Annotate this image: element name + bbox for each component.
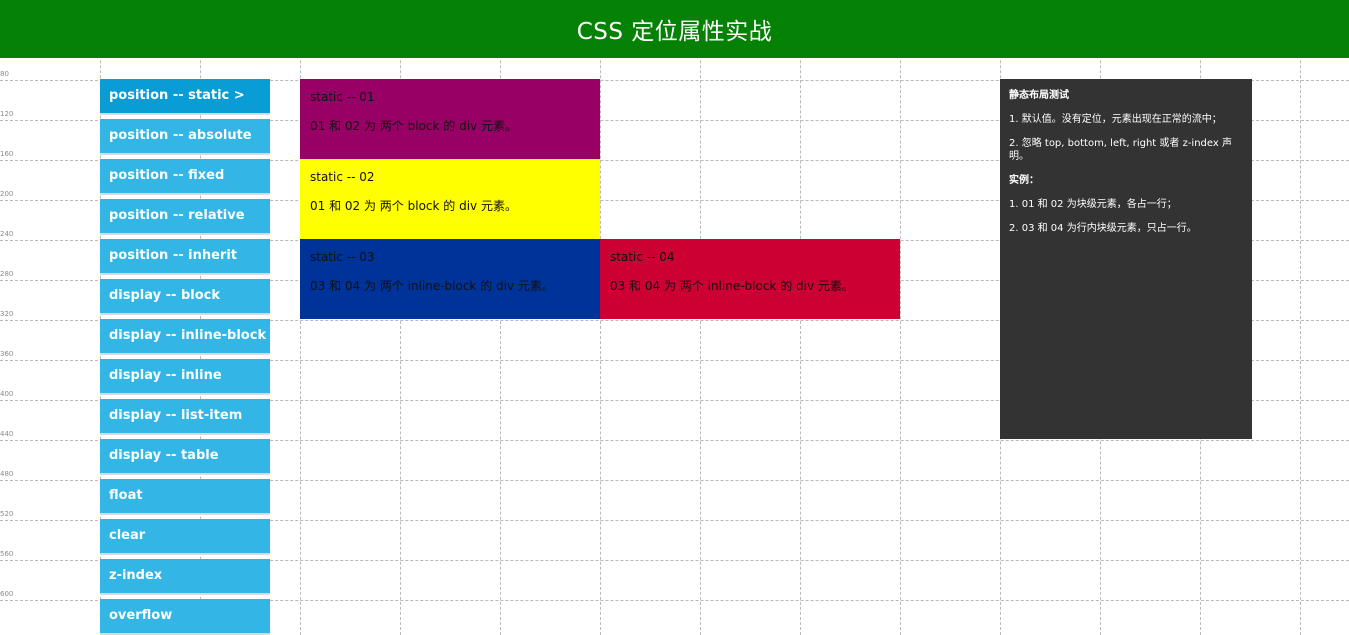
ruler-y-label: 320 [0,310,14,318]
info-panel: 静态布局测试 1. 默认值。没有定位，元素出现在正常的流中； 2. 忽略 top… [1000,79,1252,439]
nav-item-display-table[interactable]: display -- table [100,439,270,473]
grid-vline [900,0,901,635]
ruler-y-label: 200 [0,190,14,198]
info-line-2: 2. 忽略 top, bottom, left, right 或者 z-inde… [1009,138,1232,162]
nav-item-display-list-item[interactable]: display -- list-item [100,399,270,433]
ruler-y-label: 440 [0,430,14,438]
nav-item-display-inline-block[interactable]: display -- inline-block [100,319,270,353]
ruler-y-label: 600 [0,590,14,598]
info-example-title: 实例： [1009,175,1039,186]
ruler-y-label: 240 [0,230,14,238]
static-box-02: static -- 02 01 和 02 为 两个 block 的 div 元素… [300,159,600,239]
sidebar-nav: position -- static > position -- absolut… [100,79,270,635]
nav-item-position-static[interactable]: position -- static > [100,79,270,113]
ruler-y-label: 160 [0,150,14,158]
box-title: static -- 03 [310,250,375,264]
info-title: 静态布局测试 [1009,90,1069,101]
box-title: static -- 04 [610,250,675,264]
static-box-01: static -- 01 01 和 02 为 两个 block 的 div 元素… [300,79,600,159]
page-title: CSS 定位属性实战 [576,19,773,45]
ruler-y-label: 400 [0,390,14,398]
ruler-y-label: 80 [0,70,9,78]
nav-item-position-relative[interactable]: position -- relative [100,199,270,233]
nav-item-z-index[interactable]: z-index [100,559,270,593]
nav-item-position-fixed[interactable]: position -- fixed [100,159,270,193]
ruler-y-label: 480 [0,470,14,478]
nav-item-position-inherit[interactable]: position -- inherit [100,239,270,273]
static-box-03: static -- 03 03 和 04 为 两个 inline-block 的… [300,239,600,319]
nav-item-display-block[interactable]: display -- block [100,279,270,313]
nav-item-clear[interactable]: clear [100,519,270,553]
box-text: 03 和 04 为 两个 inline-block 的 div 元素。 [310,279,554,293]
grid-vline [1300,0,1301,635]
page-header: CSS 定位属性实战 [0,0,1349,58]
box-title: static -- 02 [310,170,375,184]
box-text: 01 和 02 为 两个 block 的 div 元素。 [310,199,517,213]
info-line-1: 1. 默认值。没有定位，元素出现在正常的流中； [1009,114,1222,125]
static-box-04: static -- 04 03 和 04 为 两个 inline-block 的… [600,239,900,319]
nav-item-position-absolute[interactable]: position -- absolute [100,119,270,153]
ruler-y-label: 280 [0,270,14,278]
ruler-y-label: 120 [0,110,14,118]
box-text: 01 和 02 为 两个 block 的 div 元素。 [310,119,517,133]
nav-item-display-inline[interactable]: display -- inline [100,359,270,393]
nav-item-overflow[interactable]: overflow [100,599,270,633]
ruler-y-label: 360 [0,350,14,358]
box-title: static -- 01 [310,90,375,104]
info-example-1: 1. 01 和 02 为块级元素，各占一行； [1009,199,1177,210]
info-example-2: 2. 03 和 04 为行内块级元素，只占一行。 [1009,223,1197,234]
ruler-y-label: 520 [0,510,14,518]
box-text: 03 和 04 为 两个 inline-block 的 div 元素。 [610,279,854,293]
ruler-y-label: 560 [0,550,14,558]
nav-item-float[interactable]: float [100,479,270,513]
